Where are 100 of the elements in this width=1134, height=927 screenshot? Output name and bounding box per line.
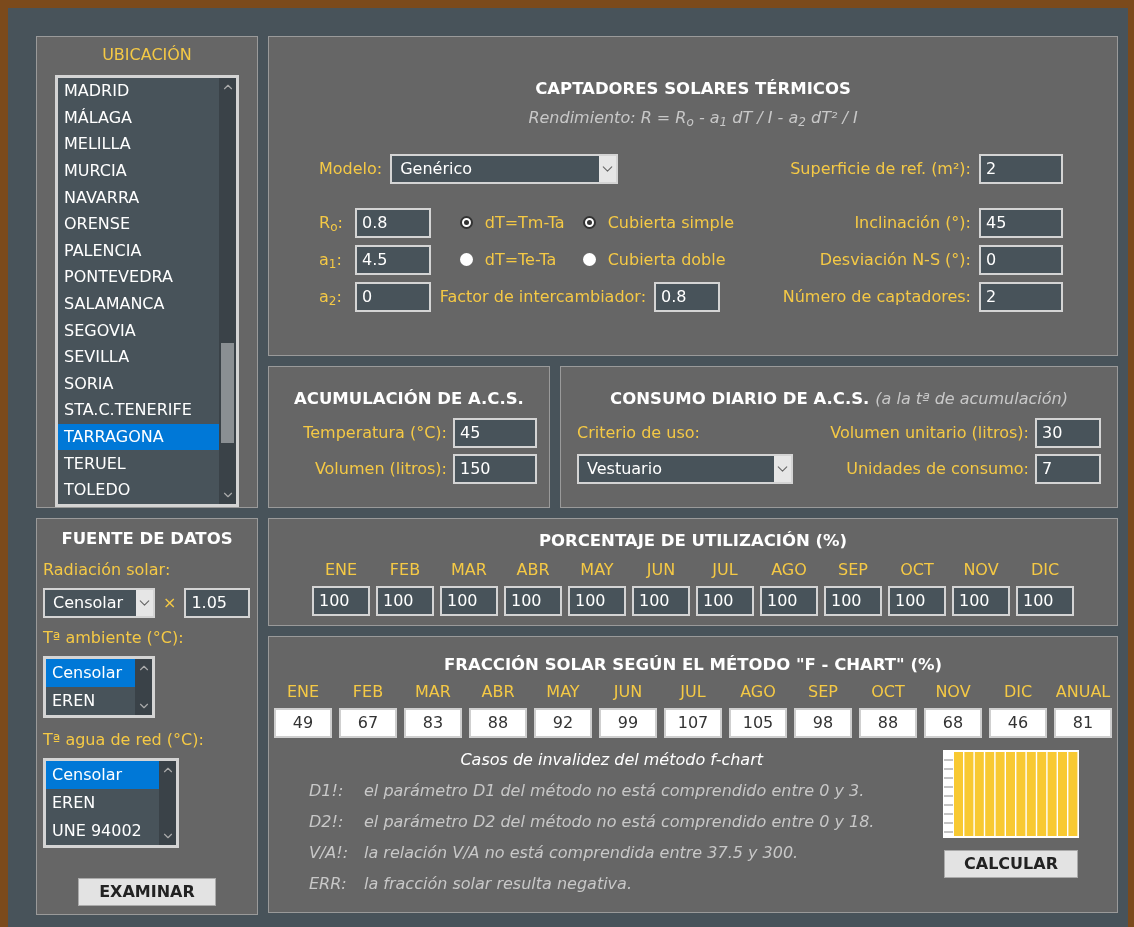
input-field[interactable]: 100 (376, 585, 434, 616)
list-item[interactable]: MÁLAGA (58, 104, 219, 132)
section-title: PORCENTAJE DE UTILIZACIÓN (%) (538, 530, 848, 552)
scrollbar[interactable] (135, 658, 152, 715)
list-item[interactable]: MELILLA (58, 131, 219, 158)
note-text: (a la tª de acumulación) (875, 388, 1068, 410)
input-field[interactable]: 100 (312, 585, 370, 616)
month-label: AGO (771, 558, 807, 581)
list-item[interactable]: Censolar (46, 658, 135, 687)
list-item[interactable]: NAVARRA (58, 184, 219, 211)
input-field[interactable]: 100 (760, 585, 818, 616)
input-field[interactable]: 0.8 (654, 281, 721, 312)
input-field[interactable]: 100 (824, 585, 882, 616)
radio-button[interactable] (582, 253, 596, 267)
list-item[interactable]: SEVILLA (58, 343, 219, 371)
input-field[interactable]: 150 (453, 453, 537, 484)
result-field: 68 (924, 707, 982, 738)
chevron-down-icon (774, 455, 791, 482)
month-label: MAR (451, 558, 487, 581)
field-label: Número de captadores: (782, 285, 971, 308)
list-item[interactable]: EREN (46, 788, 159, 817)
scrollbar[interactable] (219, 78, 236, 504)
radio-label: dT=Tm-Ta (484, 211, 565, 234)
input-field[interactable]: 4.5 (355, 244, 431, 275)
scrollbar[interactable] (159, 760, 176, 845)
month-label: SEP (838, 558, 868, 581)
month-label: FEB (352, 680, 384, 703)
list-item[interactable]: TARRAGONA (58, 423, 219, 451)
result-field: 88 (469, 707, 527, 738)
input-field[interactable]: 100 (632, 585, 690, 616)
list-item[interactable]: Censolar (46, 760, 159, 789)
input-field[interactable]: 7 (1035, 453, 1101, 484)
radio-button[interactable] (459, 216, 473, 230)
field-label: Temperatura (°C): (303, 421, 447, 444)
list-item[interactable]: UNE 94002 (46, 816, 159, 845)
list-item[interactable]: EREN (46, 686, 135, 715)
input-field[interactable]: 100 (504, 585, 562, 616)
input-field[interactable]: 100 (696, 585, 754, 616)
section-title: FUENTE DE DATOS (60, 528, 234, 550)
field-label: Superficie de ref. (m²): (790, 157, 971, 180)
month-label: DIC (1003, 680, 1033, 703)
list-item[interactable]: MURCIA (58, 157, 219, 185)
month-label: MAY (580, 558, 614, 581)
month-label: OCT (900, 558, 934, 581)
input-field[interactable]: 2 (979, 153, 1063, 184)
dropdown[interactable]: Vestuario (577, 453, 793, 484)
list-item[interactable]: PONTEVEDRA (58, 264, 219, 291)
input-field[interactable]: 100 (1016, 585, 1074, 616)
input-field[interactable]: 100 (568, 585, 626, 616)
list-item[interactable]: ORENSE (58, 210, 219, 238)
field-label: Criterio de uso: (577, 421, 700, 444)
input-field[interactable]: 100 (952, 585, 1010, 616)
case-text: el parámetro D2 del método no está comprendido entre 0 y 18. (364, 810, 875, 833)
dropdown[interactable]: Censolar (43, 587, 155, 618)
month-label: MAR (415, 680, 451, 703)
radio-label: dT=Te-Ta (484, 248, 557, 271)
radio-label: Cubierta doble (607, 248, 726, 271)
field-label: Volumen unitario (litros): (830, 421, 1029, 444)
input-field[interactable]: 2 (979, 281, 1063, 312)
case-text: la relación V/A no está comprendida entre 37.5 y 300. (364, 841, 799, 864)
input-field[interactable]: 45 (979, 207, 1063, 238)
formula-text: Rendimiento: R = R$_{o}$ - a$_{1}$ dT / I - a$_{2}$ dT² / I (527, 106, 859, 130)
input-field[interactable]: 0.8 (355, 207, 431, 238)
case-code: ERR: (309, 872, 348, 895)
case-code: D1!: (309, 779, 345, 802)
calcular-button[interactable]: CALCULAR (944, 849, 1078, 878)
month-label: DIC (1030, 558, 1060, 581)
result-field: 67 (339, 707, 397, 738)
input-field[interactable]: 30 (1035, 417, 1101, 448)
radio-button[interactable] (582, 216, 596, 230)
scroll-thumb[interactable] (221, 343, 234, 443)
field-label: Volumen (litros): (314, 457, 447, 480)
input-field[interactable]: 1.05 (184, 587, 251, 618)
month-label: FEB (389, 558, 421, 581)
radio-button[interactable] (459, 253, 473, 267)
input-field[interactable]: 0 (355, 281, 431, 312)
result-field: 99 (599, 707, 657, 738)
list-item[interactable]: STA.C.TENERIFE (58, 397, 219, 424)
list-item[interactable]: SEGOVIA (58, 317, 219, 344)
input-field[interactable]: 45 (453, 417, 537, 448)
dropdown[interactable]: Genérico (390, 153, 619, 184)
input-field[interactable]: 100 (888, 585, 946, 616)
section-title: ACUMULACIÓN DE A.C.S. (293, 388, 525, 410)
month-label: ENE (324, 558, 358, 581)
list-item[interactable]: SALAMANCA (58, 290, 219, 318)
list-item[interactable]: TOLEDO (58, 476, 219, 504)
input-field[interactable]: 0 (979, 244, 1063, 275)
month-label: SEP (808, 680, 838, 703)
list-item[interactable]: PALENCIA (58, 237, 219, 265)
field-label: a$_{1}$: (319, 248, 343, 272)
list-item[interactable]: MADRID (58, 78, 219, 105)
examinar-button[interactable]: EXAMINAR (78, 878, 216, 906)
result-field: 49 (274, 707, 332, 738)
month-label: NOV (935, 680, 971, 703)
month-label: MAY (546, 680, 580, 703)
list-item[interactable]: TERUEL (58, 450, 219, 477)
month-label: ANUAL (1055, 680, 1111, 703)
list-item[interactable]: SORIA (58, 370, 219, 398)
multiply-sign: × (163, 591, 177, 614)
input-field[interactable]: 100 (440, 585, 498, 616)
